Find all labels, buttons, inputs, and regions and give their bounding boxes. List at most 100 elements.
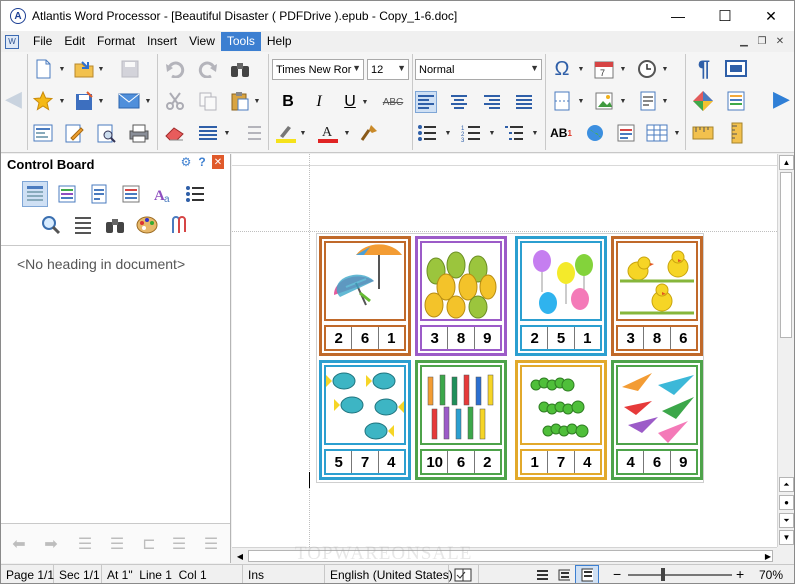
- doc-minimize-button[interactable]: ▁: [736, 34, 752, 48]
- menu-edit[interactable]: Edit: [58, 32, 91, 51]
- full-screen-icon[interactable]: [725, 58, 747, 80]
- scroll-up-icon[interactable]: ▲: [779, 155, 794, 170]
- align-left-icon[interactable]: [415, 91, 437, 113]
- clipboard-clips-icon[interactable]: [166, 212, 192, 238]
- palette-icon[interactable]: [134, 212, 160, 238]
- remove-heading-icon[interactable]: ☰: [73, 533, 97, 555]
- favorites-star-icon[interactable]: [32, 90, 54, 112]
- panel-close-icon[interactable]: ✕: [212, 155, 224, 169]
- forward-arrow-icon[interactable]: ➡: [39, 533, 63, 555]
- close-button[interactable]: ✕: [748, 1, 794, 31]
- open-folder-icon[interactable]: [73, 58, 95, 80]
- remove-all-icon[interactable]: ☰: [105, 533, 129, 555]
- find-binoculars-icon[interactable]: [229, 58, 251, 80]
- text-lines-icon[interactable]: [70, 212, 96, 238]
- zoom-search-icon[interactable]: [38, 212, 64, 238]
- page-break-icon[interactable]: [551, 90, 573, 112]
- align-right-icon[interactable]: [481, 91, 503, 113]
- menu-insert[interactable]: Insert: [141, 32, 183, 51]
- status-language[interactable]: English (United States): [325, 564, 453, 583]
- move-down-icon[interactable]: ☰: [199, 533, 223, 555]
- document-area[interactable]: 2 6 1 3 8 9 2 5 1 3 8 6 5 7 4 10 6 2 1 7…: [232, 154, 777, 547]
- underline-button[interactable]: U: [338, 91, 362, 113]
- redo-icon[interactable]: [197, 58, 219, 80]
- undo-icon[interactable]: [164, 58, 186, 80]
- browse-object-icon[interactable]: ●: [779, 495, 794, 510]
- paragraph-style-select[interactable]: Normal ▼: [415, 59, 542, 80]
- scroll-down-icon[interactable]: ▼: [779, 530, 794, 545]
- font-name-select[interactable]: Times New Ror ▼: [272, 59, 364, 80]
- bold-button[interactable]: B: [276, 91, 300, 113]
- zoom-slider-thumb[interactable]: [661, 568, 665, 581]
- web-view-icon[interactable]: [553, 565, 575, 584]
- comments-icon[interactable]: [118, 181, 144, 207]
- bullet-list-icon[interactable]: [416, 122, 438, 144]
- edit-page-icon[interactable]: [63, 122, 85, 144]
- highlight-color-icon[interactable]: [275, 122, 297, 144]
- new-document-icon[interactable]: [32, 58, 54, 80]
- help-question-icon[interactable]: ?: [196, 155, 208, 169]
- normal-view-icon[interactable]: [531, 565, 553, 584]
- status-insert-mode[interactable]: Ins: [243, 564, 325, 583]
- justify-icon[interactable]: [513, 91, 535, 113]
- toolbar-scroll-left-icon[interactable]: ◀: [5, 86, 22, 112]
- zoom-in-button[interactable]: +: [736, 566, 744, 582]
- worksheet-image[interactable]: 2 6 1 3 8 9 2 5 1 3 8 6 5 7 4 10 6 2 1 7…: [316, 233, 704, 483]
- insert-picture-icon[interactable]: [594, 90, 616, 112]
- italic-button[interactable]: I: [307, 91, 331, 113]
- bookmarks-icon[interactable]: [54, 181, 80, 207]
- horizontal-scroll-thumb[interactable]: TOPWAREONSALE: [248, 543, 773, 564]
- text-box-icon[interactable]: [615, 122, 637, 144]
- web-globe-icon[interactable]: [584, 122, 606, 144]
- align-center-icon[interactable]: [448, 91, 470, 113]
- cut-icon[interactable]: [164, 90, 186, 112]
- font-size-select[interactable]: 12 ▼: [367, 59, 409, 80]
- save-as-icon[interactable]: [73, 90, 95, 112]
- strikethrough-button[interactable]: ABC: [381, 91, 405, 113]
- symbol-omega-icon[interactable]: Ω: [551, 58, 573, 80]
- format-painter-icon[interactable]: [359, 122, 381, 144]
- superscript-icon[interactable]: AB 1: [550, 122, 572, 144]
- multilevel-list-icon[interactable]: [503, 122, 525, 144]
- menu-format[interactable]: Format: [91, 32, 141, 51]
- settings-gear-icon[interactable]: ⚙: [180, 155, 192, 169]
- page-down-icon[interactable]: ⏷: [779, 513, 794, 528]
- scroll-right-icon[interactable]: ▶: [761, 549, 775, 563]
- eraser-icon[interactable]: [164, 122, 186, 144]
- zoom-level[interactable]: 70%: [759, 568, 783, 582]
- promote-icon[interactable]: ⊏: [137, 533, 161, 555]
- horizontal-scrollbar[interactable]: ◀ TOPWAREONSALE ▶: [232, 543, 777, 564]
- move-up-icon[interactable]: ☰: [167, 533, 191, 555]
- footnotes-icon[interactable]: [86, 181, 112, 207]
- date-calendar-icon[interactable]: 7: [593, 58, 615, 80]
- vertical-scroll-thumb[interactable]: [780, 172, 792, 338]
- menu-file[interactable]: File: [27, 32, 58, 51]
- page-up-icon[interactable]: ⏶: [779, 477, 794, 492]
- doc-restore-button[interactable]: ❐: [754, 34, 770, 48]
- styles-icon[interactable]: Aa: [150, 181, 176, 207]
- indent-icon[interactable]: [241, 122, 263, 144]
- copy-icon[interactable]: [197, 90, 219, 112]
- menu-view[interactable]: View: [183, 32, 221, 51]
- horizontal-ruler-icon[interactable]: [692, 122, 714, 144]
- font-color-icon[interactable]: A: [317, 122, 339, 144]
- paragraph-borders-icon[interactable]: [197, 122, 219, 144]
- print-icon[interactable]: [128, 122, 150, 144]
- time-clock-icon[interactable]: [636, 58, 658, 80]
- page-setup-icon[interactable]: [725, 90, 747, 112]
- spellcheck-book-icon[interactable]: [449, 564, 479, 583]
- maximize-button[interactable]: ☐: [702, 1, 748, 31]
- document-map-icon[interactable]: [22, 181, 48, 207]
- menu-tools[interactable]: Tools: [220, 32, 261, 51]
- paste-icon[interactable]: [229, 90, 251, 112]
- menu-help[interactable]: Help: [261, 32, 298, 51]
- vertical-scrollbar[interactable]: ▲ ⏶ ● ⏷ ▼: [777, 154, 794, 547]
- zoom-out-button[interactable]: −: [613, 566, 621, 582]
- numbered-list-icon[interactable]: 123: [460, 122, 482, 144]
- vertical-ruler-icon[interactable]: [725, 122, 747, 144]
- insert-table-icon[interactable]: [646, 122, 668, 144]
- color-scheme-icon[interactable]: [692, 90, 714, 112]
- toolbar-scroll-right-icon[interactable]: ▶: [773, 86, 790, 112]
- doc-close-button[interactable]: ✕: [772, 34, 788, 48]
- scroll-left-icon[interactable]: ◀: [233, 549, 247, 563]
